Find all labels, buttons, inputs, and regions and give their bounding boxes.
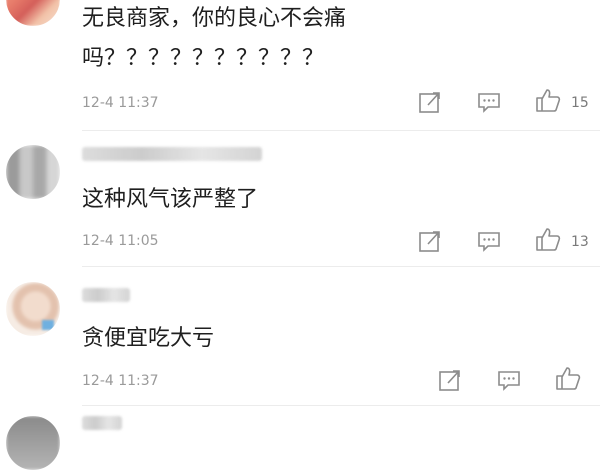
like-count: 13	[571, 234, 589, 250]
avatar[interactable]	[6, 0, 60, 26]
thumbs-up-icon[interactable]	[534, 225, 562, 253]
divider	[82, 266, 600, 267]
comment-bubble-icon[interactable]	[495, 366, 523, 394]
comment-text-line1: 无良商家，你的良心不会痛	[82, 6, 347, 31]
comment-bubble-icon[interactable]	[475, 227, 503, 255]
username-blurred	[82, 416, 122, 430]
username-blurred	[82, 288, 130, 302]
avatar[interactable]	[6, 416, 60, 470]
avatar[interactable]	[6, 145, 60, 199]
comment-timestamp: 12-4 11:05	[82, 233, 159, 249]
thumbs-up-icon[interactable]	[534, 86, 562, 114]
thumbs-up-icon[interactable]	[554, 364, 582, 392]
comment-text-line2: 吗？？？？？？？？？？	[82, 46, 325, 71]
divider	[82, 130, 600, 131]
comment-timestamp: 12-4 11:37	[82, 95, 159, 111]
comment-item: 无良商家，你的良心不会痛 吗？？？？？？？？？？ 12-4 11:37 15	[0, 0, 600, 135]
comment-bubble-icon[interactable]	[475, 88, 503, 116]
comment-item: 贪便宜吃大亏 12-4 11:37	[0, 270, 600, 406]
comment-timestamp: 12-4 11:37	[82, 373, 159, 389]
comment-text: 这种风气该严整了	[82, 187, 259, 212]
share-edit-icon[interactable]	[436, 366, 464, 394]
share-edit-icon[interactable]	[416, 88, 444, 116]
comment-item-partial	[0, 410, 600, 470]
share-edit-icon[interactable]	[416, 227, 444, 255]
divider	[82, 405, 600, 406]
comment-text: 贪便宜吃大亏	[82, 326, 215, 351]
like-count: 15	[571, 95, 589, 111]
username-blurred	[82, 147, 262, 161]
comment-item: 这种风气该严整了 12-4 11:05 13	[0, 135, 600, 270]
avatar[interactable]	[6, 282, 60, 336]
